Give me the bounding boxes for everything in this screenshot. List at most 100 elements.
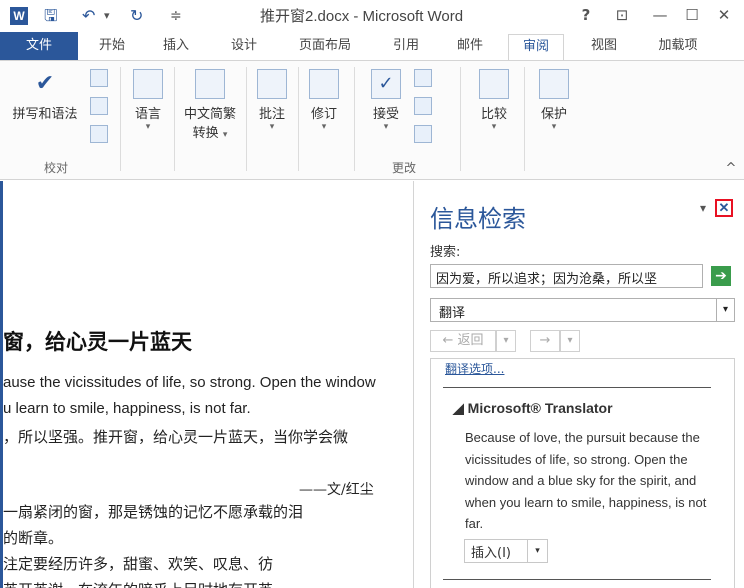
chevron-down-icon[interactable]: ▾ <box>527 540 547 562</box>
service-select[interactable]: 翻译 ▾ <box>430 298 735 322</box>
divider <box>443 387 711 388</box>
chevron-down-icon: ▾ <box>491 122 497 132</box>
search-input[interactable]: 因为爱，所以追求；因为沧桑，所以坚 <box>430 264 703 288</box>
ribbon-divider <box>298 67 299 171</box>
translation-options-link[interactable]: 翻译选项... <box>445 360 504 377</box>
track-changes-icon <box>309 69 339 99</box>
spell-check-icon: ✔ <box>35 71 55 96</box>
help-button[interactable]: ? <box>574 4 598 26</box>
tab-add-ins[interactable]: 加载项 <box>648 34 708 60</box>
forward-button[interactable]: → <box>530 330 560 352</box>
close-pane-button[interactable]: ✕ <box>715 199 733 217</box>
spelling-grammar-button[interactable]: ✔ 拼写和语法 <box>6 69 84 122</box>
research-icon[interactable] <box>90 69 108 87</box>
comment-button[interactable]: 批注 ▾ <box>252 69 292 132</box>
minimize-button[interactable]: — <box>648 4 672 26</box>
tab-insert[interactable]: 插入 <box>154 34 198 60</box>
document-page[interactable]: 窗，给心灵一片蓝天 ause the vicissitudes of life,… <box>0 181 413 588</box>
ribbon-divider <box>524 67 525 171</box>
changes-group-label: 更改 <box>392 161 417 175</box>
tab-mailings[interactable]: 邮件 <box>448 34 492 60</box>
forward-menu-chevron-icon[interactable]: ▾ <box>560 330 580 352</box>
ribbon-divider <box>246 67 247 171</box>
search-go-arrow-icon[interactable]: ➔ <box>711 266 731 286</box>
accept-label: 接受 <box>372 107 399 122</box>
protect-label: 保护 <box>540 107 567 122</box>
language-icon <box>133 69 163 99</box>
insert-button-label: 插入(I) <box>471 546 511 561</box>
document-line: 英开英谢，在流年的暗乎上足时地存开英。 <box>3 579 288 588</box>
back-menu-chevron-icon[interactable]: ▾ <box>496 330 516 352</box>
ribbon: ✔ 拼写和语法 校对 语言 ▾ 中文简繁 转换 ▾ 批注 ▾ 修订 ▾ ✓ 接受… <box>0 60 744 180</box>
next-change-icon[interactable] <box>414 125 432 143</box>
document-line: 的断章。 <box>3 529 64 547</box>
document-line: 一扇紧闭的窗，那是锈蚀的记忆不愿承载的泪 <box>3 503 304 521</box>
chevron-down-icon: ▾ <box>551 122 557 132</box>
redo-icon[interactable]: ↻ <box>130 5 143 27</box>
chinese-conversion-icon <box>195 69 225 99</box>
ribbon-tabs: 文件 开始 插入 设计 页面布局 引用 邮件 审阅 视图 加载项 <box>0 32 744 60</box>
tab-file[interactable]: 文件 <box>0 32 78 60</box>
accept-check-icon: ✓ <box>371 69 401 99</box>
tab-view[interactable]: 视图 <box>582 34 626 60</box>
protect-icon <box>539 69 569 99</box>
thesaurus-icon[interactable] <box>90 97 108 115</box>
collapse-ribbon-button[interactable]: ^ <box>724 161 738 176</box>
document-heading: 窗，给心灵一片蓝天 <box>3 329 192 354</box>
compare-icon <box>479 69 509 99</box>
spelling-grammar-label: 拼写和语法 <box>12 107 78 122</box>
window-title: 推开窗2.docx - Microsoft Word <box>260 8 464 25</box>
track-changes-button[interactable]: 修订 ▾ <box>304 69 344 132</box>
translation-result: Because of love, the pursuit because the… <box>465 430 707 531</box>
language-label: 语言 <box>134 107 161 122</box>
back-button[interactable]: ← 返回 <box>430 330 496 352</box>
chevron-down-icon: ▾ <box>716 299 734 321</box>
insert-button[interactable]: 插入(I) ▾ <box>464 539 548 563</box>
tab-references[interactable]: 引用 <box>384 34 428 60</box>
tab-review[interactable]: 审阅 <box>508 34 564 60</box>
ribbon-divider <box>120 67 121 171</box>
tab-home[interactable]: 开始 <box>90 34 134 60</box>
pane-options-chevron-icon[interactable]: ▾ <box>700 201 706 215</box>
comment-label: 批注 <box>258 107 285 122</box>
language-button[interactable]: 语言 ▾ <box>126 69 170 132</box>
ribbon-divider <box>354 67 355 171</box>
protect-button[interactable]: 保护 ▾ <box>530 69 578 132</box>
accept-button[interactable]: ✓ 接受 ▾ <box>364 69 408 132</box>
save-icon[interactable]: 🖫 <box>44 5 58 27</box>
document-line: u learn to smile, happiness, is not far. <box>3 400 251 417</box>
tab-design[interactable]: 设计 <box>222 34 266 60</box>
chinese-conversion-label: 中文简繁 <box>183 107 236 122</box>
word-count-icon[interactable] <box>90 125 108 143</box>
customize-toolbar-icon[interactable]: ≑ <box>170 5 182 27</box>
results-panel: 翻译选项... ◢ Microsoft® Translator Because … <box>430 358 735 588</box>
maximize-button[interactable]: ☐ <box>680 4 704 26</box>
compare-button[interactable]: 比较 ▾ <box>470 69 518 132</box>
research-pane: 信息检索 ▾ ✕ 搜索: 因为爱，所以追求；因为沧桑，所以坚 ➔ 翻译 ▾ ← … <box>413 181 744 588</box>
document-line: ，所以坚强。推开窗，给心灵一片蓝天，当你学会微 <box>3 428 349 446</box>
word-app-icon[interactable]: W <box>10 7 28 25</box>
track-changes-label: 修订 <box>310 107 337 122</box>
undo-menu-chevron-icon[interactable]: ▾ <box>104 5 110 27</box>
chinese-conversion-button[interactable]: 中文简繁 转换 ▾ <box>178 69 242 141</box>
reject-icon[interactable] <box>414 69 432 87</box>
chevron-down-icon: ▾ <box>269 122 275 132</box>
comment-icon <box>257 69 287 99</box>
document-line: ause the vicissitudes of life, so strong… <box>3 374 376 391</box>
ribbon-display-options-button[interactable]: ⊡ <box>610 4 634 26</box>
close-window-button[interactable]: ✕ <box>712 4 736 26</box>
ribbon-divider <box>174 67 175 171</box>
title-bar: W 🖫 ↶ ▾ ↻ ≑ 推开窗2.docx - Microsoft Word ?… <box>0 0 744 32</box>
tab-page-layout[interactable]: 页面布局 <box>290 34 360 60</box>
chevron-down-icon: ▾ <box>383 122 389 132</box>
chevron-down-icon: ▾ <box>145 122 151 132</box>
compare-label: 比较 <box>480 107 507 122</box>
chinese-conversion-label-2: 转换 <box>192 126 219 141</box>
divider <box>443 579 711 580</box>
service-select-value: 翻译 <box>439 306 466 321</box>
document-line: 注定要经历许多，甜蜜、欢笑、叹息、彷 <box>3 555 274 573</box>
translator-section-header[interactable]: ◢ Microsoft® Translator <box>453 400 613 417</box>
research-pane-title: 信息检索 <box>430 205 526 233</box>
previous-change-icon[interactable] <box>414 97 432 115</box>
undo-icon[interactable]: ↶ <box>82 5 95 27</box>
